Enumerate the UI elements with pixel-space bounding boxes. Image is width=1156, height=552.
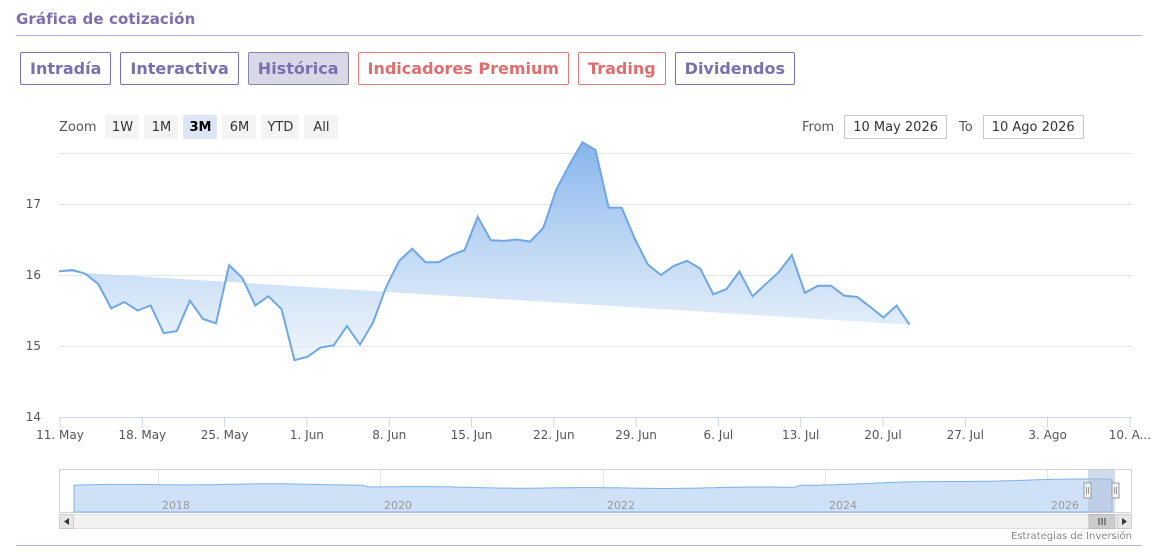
navigator-year-label: 2020	[384, 499, 412, 512]
scrollbar-left-arrow[interactable]	[59, 514, 74, 529]
x-tick-label: 1. Jun	[290, 428, 324, 442]
tab-intradia[interactable]: Intradía	[20, 52, 112, 85]
y-tick-label: 16	[26, 268, 41, 282]
scrollbar-thumb[interactable]	[1088, 514, 1116, 529]
navigator[interactable]: 2018 2020 2022 2024 2026	[0, 460, 1156, 530]
x-tick-label: 15. Jun	[451, 428, 493, 442]
x-tick-label: 25. May	[201, 428, 249, 442]
zoom-ytd-button[interactable]: YTD	[261, 115, 300, 139]
x-axis-labels: 11. May 18. May 25. May 1. Jun 8. Jun 15. Jun…	[36, 417, 1151, 442]
to-label: To	[959, 119, 973, 135]
navigator-year-label: 2018	[162, 499, 190, 512]
from-label: From	[802, 119, 835, 135]
tab-interactiva[interactable]: Interactiva	[120, 52, 239, 85]
x-tick-label: 20. Jul	[864, 428, 901, 442]
zoom-1w-button[interactable]: 1W	[105, 115, 140, 139]
price-area	[59, 142, 910, 361]
zoom-3m-button[interactable]: 3M	[183, 115, 218, 139]
x-tick-label: 8. Jun	[372, 428, 406, 442]
section-title: Gráfica de cotización	[16, 10, 196, 28]
zoom-label: Zoom	[59, 119, 97, 135]
scrollbar-track[interactable]	[59, 514, 1132, 529]
zoom-all-button[interactable]: All	[304, 115, 339, 139]
x-tick-label: 11. May	[36, 428, 84, 442]
range-from: From 10 May 2026	[802, 115, 947, 139]
from-date-input[interactable]: 10 May 2026	[844, 115, 947, 139]
y-tick-label: 17	[26, 197, 41, 211]
tab-dividendos[interactable]: Dividendos	[674, 52, 795, 85]
chart-credit: Estrategias de Inversión	[1011, 531, 1132, 542]
navigator-year-label: 2026	[1051, 499, 1079, 512]
bottom-divider	[16, 545, 1142, 546]
tab-historica[interactable]: Histórica	[247, 52, 349, 85]
y-tick-label: 15	[26, 339, 41, 353]
chart-tabs: Intradía Interactiva Histórica Indicador…	[20, 52, 795, 85]
x-tick-label: 10. A...	[1109, 428, 1151, 442]
y-tick-label: 14	[26, 410, 41, 424]
x-tick-label: 29. Jun	[615, 428, 657, 442]
tab-trading[interactable]: Trading	[578, 52, 666, 85]
navigator-selection[interactable]	[1088, 469, 1115, 513]
navigator-year-label: 2024	[829, 499, 857, 512]
navigator-right-handle[interactable]	[1111, 482, 1120, 499]
zoom-selector: Zoom 1W 1M 3M 6M YTD All	[59, 115, 339, 139]
navigator-year-label: 2022	[607, 499, 635, 512]
x-tick-label: 6. Jul	[704, 428, 734, 442]
range-to: To 10 Ago 2026	[959, 115, 1084, 139]
x-tick-label: 18. May	[118, 428, 166, 442]
x-tick-label: 3. Ago	[1028, 428, 1066, 442]
x-tick-label: 13. Jul	[782, 428, 819, 442]
tab-indicadores-premium[interactable]: Indicadores Premium	[357, 52, 570, 85]
scrollbar-right-arrow[interactable]	[1117, 514, 1132, 529]
x-tick-label: 22. Jun	[533, 428, 575, 442]
price-chart[interactable]: 14 15 16 17 11. May 18. May 25. May 1. Jun 8. J…	[0, 140, 1156, 445]
title-divider	[16, 35, 1142, 36]
zoom-6m-button[interactable]: 6M	[222, 115, 257, 139]
x-tick-label: 27. Jul	[947, 428, 984, 442]
navigator-left-handle[interactable]	[1083, 482, 1092, 499]
zoom-1m-button[interactable]: 1M	[144, 115, 179, 139]
to-date-input[interactable]: 10 Ago 2026	[982, 115, 1084, 139]
y-axis-labels: 14 15 16 17	[26, 197, 41, 424]
